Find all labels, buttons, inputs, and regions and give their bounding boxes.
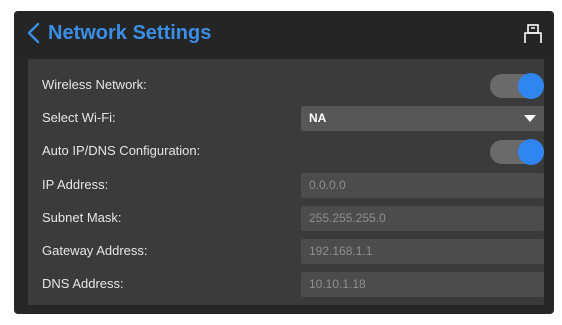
wireless-network-toggle[interactable] bbox=[490, 73, 544, 99]
wireless-network-label: Wireless Network: bbox=[42, 77, 147, 92]
toggle-knob bbox=[518, 73, 544, 99]
dns-address-label: DNS Address: bbox=[42, 276, 124, 291]
gateway-address-row: Gateway Address: 192.168.1.1 bbox=[28, 236, 544, 266]
auto-ip-dns-toggle[interactable] bbox=[490, 139, 544, 165]
gateway-address-label: Gateway Address: bbox=[42, 243, 148, 258]
chevron-left-icon[interactable] bbox=[26, 22, 40, 44]
header-bar: Network Settings bbox=[14, 11, 554, 57]
ip-address-row: IP Address: 0.0.0.0 bbox=[28, 170, 544, 200]
subnet-mask-row: Subnet Mask: 255.255.255.0 bbox=[28, 203, 544, 233]
select-wifi-label: Select Wi-Fi: bbox=[42, 110, 116, 125]
wifi-select[interactable]: NA bbox=[301, 106, 544, 131]
printer-icon[interactable] bbox=[524, 23, 542, 45]
dns-address-row: DNS Address: 10.10.1.18 bbox=[28, 269, 544, 299]
gateway-address-field[interactable]: 192.168.1.1 bbox=[301, 239, 544, 264]
auto-ip-dns-row: Auto IP/DNS Configuration: bbox=[28, 136, 544, 166]
auto-ip-dns-label: Auto IP/DNS Configuration: bbox=[42, 143, 201, 158]
dns-address-field[interactable]: 10.10.1.18 bbox=[301, 272, 544, 297]
wireless-network-row: Wireless Network: bbox=[28, 70, 544, 100]
ip-address-field[interactable]: 0.0.0.0 bbox=[301, 173, 544, 198]
ip-address-label: IP Address: bbox=[42, 177, 109, 192]
page-title: Network Settings bbox=[48, 22, 212, 44]
wifi-select-value: NA bbox=[309, 111, 327, 125]
subnet-mask-label: Subnet Mask: bbox=[42, 210, 122, 225]
select-wifi-row: Select Wi-Fi: NA bbox=[28, 103, 544, 133]
network-settings-window: Network Settings Wireless Network: Selec… bbox=[14, 11, 554, 314]
toggle-knob bbox=[518, 139, 544, 165]
settings-panel: Wireless Network: Select Wi-Fi: NA Auto … bbox=[28, 59, 544, 305]
subnet-mask-field[interactable]: 255.255.255.0 bbox=[301, 206, 544, 231]
caret-down-icon bbox=[524, 115, 536, 122]
